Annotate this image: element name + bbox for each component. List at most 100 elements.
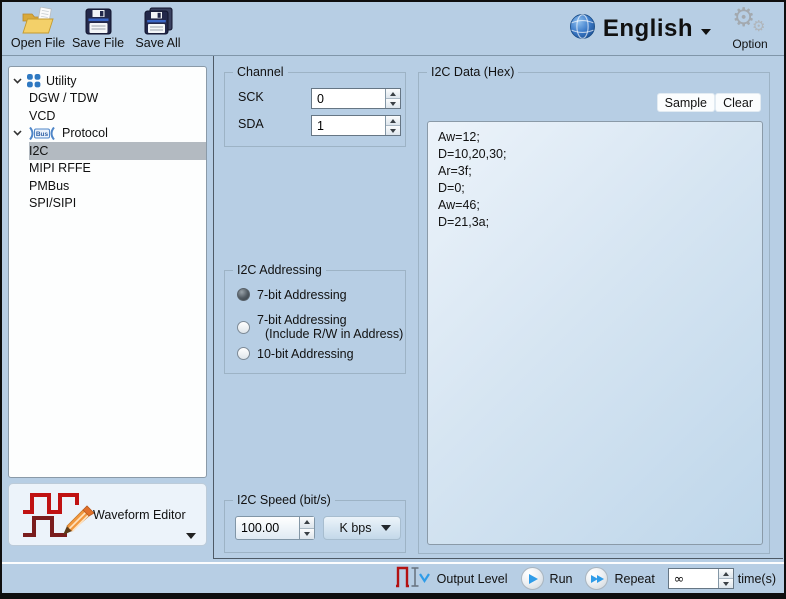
repeat-spin-buttons: [718, 569, 733, 588]
arrow-up-icon: [723, 572, 729, 576]
output-level-label: Output Level: [437, 572, 508, 586]
i2c-speed-group: I2C Speed (bit/s) K bps: [224, 500, 406, 553]
sda-spin-buttons: [385, 116, 400, 135]
arrow-up-icon: [304, 520, 310, 524]
toolbar: Open File Save File: [2, 2, 784, 56]
spin-up-button[interactable]: [386, 89, 400, 98]
speed-input[interactable]: [236, 517, 299, 539]
tree-item-label: I2C: [29, 144, 48, 158]
run-button[interactable]: [521, 567, 544, 590]
spin-down-button[interactable]: [386, 98, 400, 108]
utility-grid-icon: [27, 74, 41, 88]
speed-spinner[interactable]: [235, 516, 315, 540]
arrow-down-icon: [304, 532, 310, 536]
language-label: English: [603, 15, 693, 43]
waveform-editor-button[interactable]: Waveform Editor: [8, 483, 207, 546]
spin-down-button[interactable]: [386, 125, 400, 135]
radio-unselected-icon: [237, 347, 250, 360]
language-dropdown[interactable]: English: [603, 15, 711, 43]
i2c-addressing-title: I2C Addressing: [233, 263, 326, 277]
sample-button[interactable]: Sample: [657, 93, 715, 112]
channel-group: Channel SCK SDA: [224, 72, 406, 147]
open-file-button[interactable]: Open File: [8, 5, 68, 50]
pencil-icon: [61, 505, 95, 542]
waveform-editor-label: Waveform Editor: [93, 508, 186, 522]
tree-item-spi-sipi[interactable]: SPI/SIPI: [9, 195, 206, 213]
app-surface: Open File Save File: [2, 2, 784, 593]
chevron-down-icon: [701, 29, 711, 35]
tree-item-i2c[interactable]: I2C: [9, 142, 206, 160]
radio-label: 10-bit Addressing: [257, 347, 354, 361]
tree-item-label: Utility: [46, 74, 77, 88]
toolbar-right: English ⚙⚙ Option: [569, 2, 784, 55]
tree-item-mipi-rffe[interactable]: MIPI RFFE: [9, 160, 206, 178]
tree-item-utility[interactable]: Utility: [9, 72, 206, 90]
spin-up-button[interactable]: [300, 517, 314, 528]
tree-item-label: MIPI RFFE: [29, 161, 91, 175]
speed-spin-buttons: [299, 517, 314, 539]
spin-down-button[interactable]: [719, 578, 733, 588]
repeat-count-input[interactable]: [669, 569, 718, 588]
i2c-data-group: I2C Data (Hex) Sample Clear Aw=12; D=10,…: [418, 72, 770, 554]
times-label: time(s): [738, 572, 776, 586]
app-window: Open File Save File: [0, 0, 786, 599]
save-all-label: Save All: [135, 36, 180, 50]
radio-7bit-addressing[interactable]: 7-bit Addressing: [237, 288, 347, 302]
option-label: Option: [732, 37, 767, 51]
tree-item-label: VCD: [29, 109, 55, 123]
save-file-label: Save File: [72, 36, 124, 50]
arrow-down-icon: [723, 582, 729, 586]
clear-button[interactable]: Clear: [715, 93, 761, 112]
spin-up-button[interactable]: [719, 569, 733, 578]
arrow-down-icon: [390, 129, 396, 133]
tree-item-vcd[interactable]: VCD: [9, 107, 206, 125]
bottom-bar: Output Level Run Repeat time(s): [2, 562, 784, 593]
tree-item-label: Protocol: [62, 126, 108, 140]
output-level-button[interactable]: Output Level: [395, 565, 508, 592]
option-button[interactable]: ⚙⚙ Option: [724, 7, 776, 51]
arrow-down-icon: [390, 102, 396, 106]
chevron-down-icon[interactable]: [13, 78, 24, 84]
radio-unselected-icon: [237, 321, 250, 334]
sda-input[interactable]: [312, 116, 385, 135]
tree-item-label: DGW / TDW: [29, 91, 98, 105]
chevron-down-icon[interactable]: [186, 533, 196, 539]
i2c-speed-title: I2C Speed (bit/s): [233, 493, 335, 507]
tree-item-protocol[interactable]: Bus Protocol: [9, 125, 206, 143]
save-file-button[interactable]: Save File: [68, 5, 128, 50]
open-file-label: Open File: [11, 36, 65, 50]
tree-item-pmbus[interactable]: PMBus: [9, 177, 206, 195]
repeat-count-spinner[interactable]: [668, 568, 734, 589]
i2c-data-textarea[interactable]: Aw=12; D=10,20,30; Ar=3f; D=0; Aw=46; D=…: [427, 121, 763, 545]
run-label: Run: [550, 572, 573, 586]
repeat-label: Repeat: [614, 572, 654, 586]
channel-group-title: Channel: [233, 65, 288, 79]
radio-10bit-addressing[interactable]: 10-bit Addressing: [237, 347, 354, 361]
save-all-button[interactable]: Save All: [128, 5, 188, 50]
open-folder-icon: [20, 5, 56, 35]
spin-down-button[interactable]: [300, 528, 314, 540]
tree-item-label: SPI/SIPI: [29, 196, 76, 210]
speed-unit-dropdown[interactable]: K bps: [323, 516, 401, 540]
floppy-disks-icon: [143, 5, 173, 35]
radio-7bit-addressing-rw[interactable]: 7-bit Addressing (Include R/W in Address…: [237, 313, 403, 341]
bus-icon: Bus: [27, 126, 57, 141]
chevron-down-icon[interactable]: [13, 130, 24, 136]
radio-label: 7-bit Addressing: [257, 288, 347, 302]
tree-item-dgw-tdw[interactable]: DGW / TDW: [9, 90, 206, 108]
floppy-disk-icon: [85, 5, 112, 35]
tree-item-label: PMBus: [29, 179, 69, 193]
sda-spinner[interactable]: [311, 115, 401, 136]
radio-label: 7-bit Addressing (Include R/W in Address…: [257, 313, 403, 341]
fast-forward-icon: [591, 575, 604, 583]
speed-unit-label: K bps: [324, 521, 381, 535]
sck-spinner[interactable]: [311, 88, 401, 109]
repeat-button[interactable]: [585, 567, 608, 590]
run-control: Run: [521, 567, 573, 590]
i2c-addressing-group: I2C Addressing 7-bit Addressing 7-bit Ad…: [224, 270, 406, 374]
sck-input[interactable]: [312, 89, 385, 108]
category-tree: Utility DGW / TDW VCD Bus Protocol I2C: [8, 66, 207, 478]
i2c-data-title: I2C Data (Hex): [427, 65, 518, 79]
spin-up-button[interactable]: [386, 116, 400, 125]
sck-spin-buttons: [385, 89, 400, 108]
